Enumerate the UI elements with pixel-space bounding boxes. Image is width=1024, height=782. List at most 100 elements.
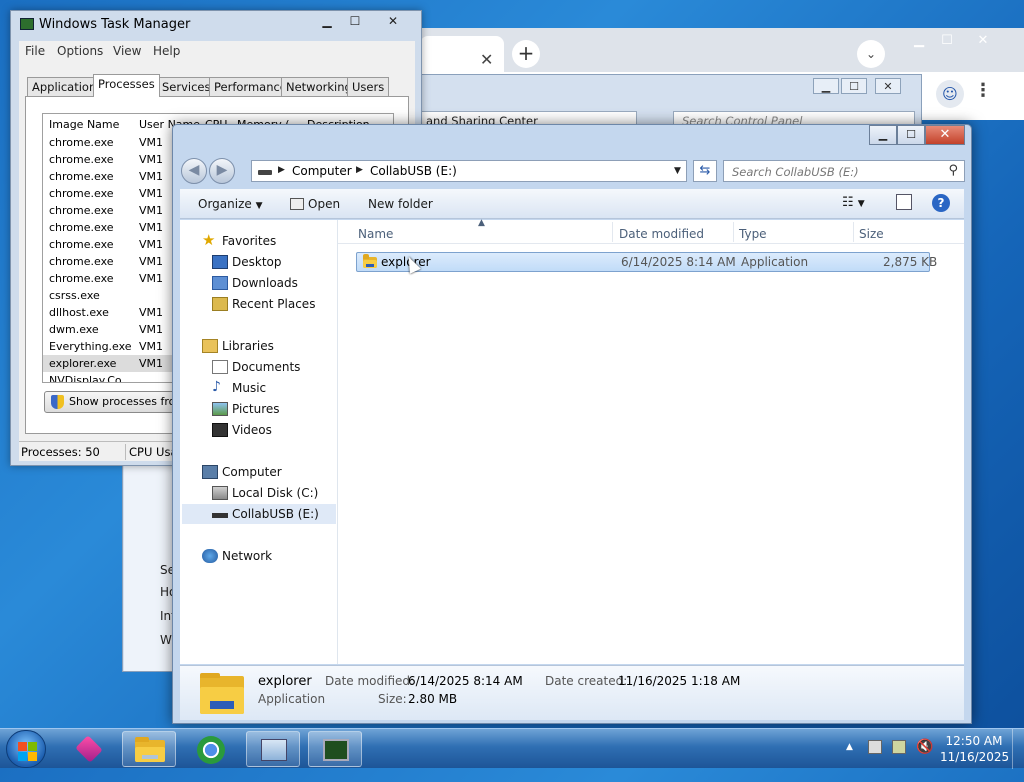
tab-services[interactable]: Services — [157, 77, 216, 96]
taskbar-pinned-app[interactable] — [62, 731, 116, 767]
breadcrumb-computer[interactable]: Computer — [292, 164, 352, 178]
column-separator[interactable] — [733, 222, 734, 242]
explorer-minimize-button[interactable]: ▁ — [869, 125, 897, 145]
chrome-minimize-button[interactable]: ▁ — [904, 32, 934, 50]
tm-maximize-button[interactable]: ☐ — [341, 12, 369, 30]
file-type: Application — [741, 255, 809, 269]
back-arrow-icon[interactable]: ◀ — [181, 158, 207, 184]
task-manager-icon — [20, 18, 34, 30]
file-row-explorer[interactable]: explorer 6/14/2025 8:14 AM Application 2… — [356, 252, 937, 272]
search-input[interactable]: Search CollabUSB (E:) ⚲ — [723, 160, 965, 182]
col-date-modified[interactable]: Date modified — [619, 227, 704, 241]
tab-users[interactable]: Users — [347, 77, 390, 96]
details-size-value: 2.80 MB — [408, 692, 458, 706]
action-center-icon[interactable] — [868, 740, 882, 754]
column-headers: Name ▲ Date modified Type Size — [338, 218, 964, 244]
chrome-tab-strip: ✕ + ⌄ ▁ ☐ ✕ — [420, 28, 1024, 72]
chrome-close-button[interactable]: ✕ — [968, 32, 998, 50]
address-dropdown-icon[interactable]: ▼ — [674, 166, 681, 176]
col-size[interactable]: Size — [859, 227, 884, 241]
tm-minimize-button[interactable]: ▁ — [313, 12, 341, 30]
breadcrumb-separator-icon[interactable]: ▶ — [278, 165, 285, 175]
breadcrumb-separator-icon[interactable]: ▶ — [356, 165, 363, 175]
view-options-icon[interactable]: ☷ ▼ — [842, 195, 865, 210]
nav-collabusb[interactable]: CollabUSB (E:) — [182, 504, 336, 524]
network-status-icon[interactable] — [892, 740, 906, 754]
nav-computer[interactable]: Computer — [202, 465, 282, 479]
chrome-tab[interactable]: ✕ — [420, 36, 504, 72]
process-user-name: VM1 — [139, 340, 164, 353]
open-button[interactable]: Open — [290, 197, 340, 211]
explorer-close-button[interactable]: ✕ — [925, 125, 965, 145]
nav-documents[interactable]: Documents — [212, 360, 300, 374]
new-tab-button[interactable]: + — [512, 40, 540, 68]
help-icon[interactable]: ? — [932, 194, 950, 212]
volume-muted-icon[interactable]: 🔇 — [916, 739, 933, 779]
taskbar-control-panel[interactable] — [246, 731, 300, 767]
menu-help[interactable]: Help — [153, 44, 180, 58]
refresh-icon[interactable]: ⇆ — [693, 160, 717, 182]
tab-close-icon[interactable]: ✕ — [480, 50, 493, 69]
tab-performance[interactable]: Performance — [209, 77, 292, 96]
col-name[interactable]: Name — [358, 227, 393, 241]
show-desktop-button[interactable] — [1012, 729, 1024, 769]
system-clock[interactable]: 12:50 AM 11/16/2025 — [940, 733, 1010, 765]
explorer-folder-icon — [135, 737, 165, 762]
forward-arrow-icon[interactable]: ▶ — [209, 158, 235, 184]
taskbar-chrome[interactable] — [184, 731, 238, 767]
preview-pane-icon[interactable] — [896, 194, 912, 210]
nav-desktop[interactable]: Desktop — [212, 255, 282, 269]
new-folder-button[interactable]: New folder — [368, 197, 433, 211]
details-date-created-label: Date created: — [545, 674, 628, 688]
nav-local-disk[interactable]: Local Disk (C:) — [212, 486, 318, 500]
nav-videos[interactable]: Videos — [212, 423, 272, 437]
nav-recent-places[interactable]: Recent Places — [212, 297, 315, 311]
address-bar[interactable]: ▶ Computer ▶ CollabUSB (E:) ▼ — [251, 160, 687, 182]
cp-close-button[interactable]: ✕ — [875, 78, 901, 94]
videos-icon — [212, 423, 228, 437]
nav-pictures[interactable]: Pictures — [212, 402, 280, 416]
profile-icon[interactable]: ☺ — [936, 80, 964, 108]
search-icon[interactable]: ⚲ — [948, 163, 958, 178]
menu-file[interactable]: File — [25, 44, 45, 58]
column-separator[interactable] — [612, 222, 613, 242]
nav-downloads[interactable]: Downloads — [212, 276, 298, 290]
cp-minimize-button[interactable]: ▁ — [813, 78, 839, 94]
music-note-icon: ♪ — [212, 379, 221, 395]
nav-network[interactable]: Network — [202, 549, 272, 563]
col-type[interactable]: Type — [739, 227, 767, 241]
downloads-icon — [212, 276, 228, 290]
process-user-name: VM1 — [139, 153, 164, 166]
nav-favorites[interactable]: ★ Favorites — [202, 231, 276, 249]
show-hidden-icons-icon[interactable]: ▲ — [846, 742, 853, 782]
explorer-maximize-button[interactable]: ☐ — [897, 125, 925, 145]
tab-processes[interactable]: Processes — [93, 74, 160, 97]
process-user-name: VM1 — [139, 238, 164, 251]
taskbar-explorer[interactable] — [122, 731, 176, 767]
start-button[interactable] — [6, 730, 46, 768]
nav-libraries[interactable]: Libraries — [202, 339, 274, 353]
tab-networking[interactable]: Networking — [281, 77, 357, 96]
clock-date: 11/16/2025 — [940, 750, 1010, 764]
chrome-menu-icon[interactable]: ⋮ — [974, 80, 992, 101]
process-image-name: chrome.exe — [49, 255, 114, 268]
taskbar-task-manager[interactable] — [308, 731, 362, 767]
tab-search-dropdown-icon[interactable]: ⌄ — [857, 40, 885, 68]
process-image-name: chrome.exe — [49, 238, 114, 251]
breadcrumb-collabusb[interactable]: CollabUSB (E:) — [370, 164, 457, 178]
organize-button[interactable]: Organize ▼ — [198, 197, 263, 211]
nav-libraries-label: Libraries — [222, 339, 274, 353]
chrome-maximize-button[interactable]: ☐ — [932, 32, 962, 50]
menu-options[interactable]: Options — [57, 44, 103, 58]
open-label: Open — [308, 197, 341, 211]
nav-music[interactable]: ♪ Music — [212, 379, 266, 395]
nav-computer-label: Computer — [222, 465, 282, 479]
desktop-icon — [212, 255, 228, 269]
sort-indicator-icon: ▲ — [478, 218, 485, 228]
cp-maximize-button[interactable]: ☐ — [841, 78, 867, 94]
menu-view[interactable]: View — [113, 44, 141, 58]
tm-close-button[interactable]: ✕ — [379, 12, 407, 30]
col-image-name[interactable]: Image Name — [45, 114, 123, 134]
column-separator[interactable] — [853, 222, 854, 242]
details-pane: explorer Application Date modified: 6/14… — [180, 665, 964, 720]
